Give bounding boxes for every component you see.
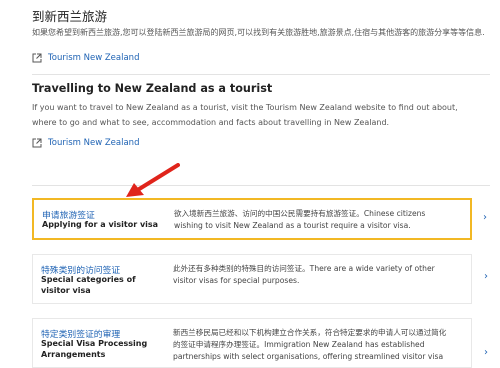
divider	[32, 185, 490, 186]
card-description: 欲入境新西兰旅游、访问的中国公民需要持有旅游签证。Chinese citizen…	[174, 209, 426, 230]
chevron-right-icon[interactable]: ›	[484, 347, 488, 358]
tourism-link-label: Tourism New Zealand	[48, 138, 140, 148]
divider	[32, 74, 490, 75]
card-special-processing[interactable]: 特定类别签证的审理 Special Visa Processing Arrang…	[32, 318, 488, 368]
section-title-en: Travelling to New Zealand as a tourist	[32, 82, 273, 95]
tourism-link-cn[interactable]: Tourism New Zealand	[32, 53, 139, 63]
card-description: 新西兰移民局已经和以下机构建立合作关系，符合特定要求的申请人可以通过简化的签证申…	[173, 328, 447, 361]
card-description: 此外还有多种类别的特殊目的访问签证。There are a wide varie…	[173, 264, 435, 285]
chevron-right-icon[interactable]: ›	[483, 212, 487, 223]
card-title-en: Applying for a visitor visa	[42, 220, 159, 229]
chevron-right-icon[interactable]: ›	[484, 271, 488, 282]
card-special-categories[interactable]: 特殊类别的访问签证 Special categories of visitor …	[32, 254, 488, 304]
tourism-link-label: Tourism New Zealand	[48, 53, 140, 63]
tourism-link-en[interactable]: Tourism New Zealand	[32, 138, 139, 148]
section-body-en: If you want to travel to New Zealand as …	[32, 103, 458, 127]
external-link-icon	[32, 138, 42, 148]
red-arrow-annotation	[126, 163, 180, 197]
section-title-cn: 到新西兰旅游	[32, 9, 108, 24]
card-title-en: Special Visa Processing Arrangements	[41, 339, 148, 359]
section-body-cn: 如果您希望到新西兰旅游,您可以登陆新西兰旅游局的网页,可以找到有关旅游胜地,旅游…	[32, 28, 485, 37]
external-link-icon	[32, 53, 42, 63]
card-visitor-visa[interactable]: 申请旅游签证 Applying for a visitor visa 欲入境新西…	[32, 198, 487, 240]
card-title-en: Special categories of visitor visa	[41, 275, 136, 295]
